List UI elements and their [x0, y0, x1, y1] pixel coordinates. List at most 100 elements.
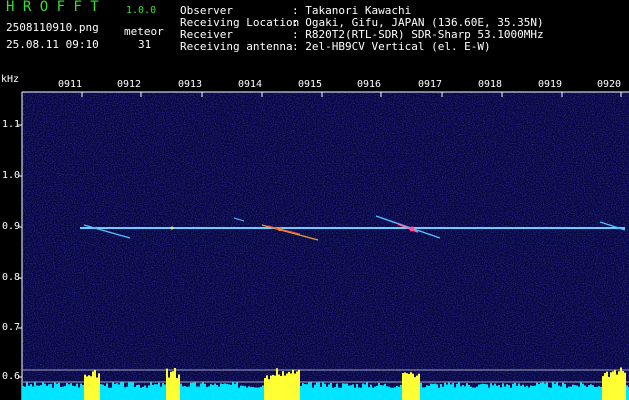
spectrogram-noise: [22, 92, 629, 400]
power-bar: [86, 376, 88, 400]
x-tick-label: 0915: [298, 79, 323, 90]
power-bar: [116, 383, 118, 400]
x-tick-label: 0920: [597, 79, 622, 90]
power-bar: [506, 384, 508, 400]
power-bar: [418, 373, 420, 400]
power-bar: [596, 386, 598, 400]
power-bar: [558, 385, 560, 400]
power-bar: [314, 384, 316, 400]
power-bar: [566, 387, 568, 400]
power-bar: [556, 382, 558, 400]
power-bar: [294, 373, 296, 400]
power-bar: [316, 382, 318, 400]
power-bar: [514, 382, 516, 400]
power-bar: [160, 386, 162, 400]
power-bar: [502, 383, 504, 400]
power-bar: [434, 383, 436, 400]
power-bar: [202, 382, 204, 400]
power-bar: [124, 387, 126, 400]
power-bar: [230, 384, 232, 400]
power-bar: [476, 386, 478, 400]
power-bar: [564, 383, 566, 400]
power-bar: [228, 384, 230, 400]
power-bar: [432, 383, 434, 400]
power-bar: [354, 387, 356, 400]
power-bar: [534, 385, 536, 400]
power-bar: [110, 387, 112, 400]
power-bar: [526, 385, 528, 400]
power-bar: [80, 383, 82, 400]
power-bar: [258, 387, 260, 400]
power-bar: [370, 384, 372, 400]
power-bar: [394, 387, 396, 400]
power-bar: [600, 386, 602, 400]
power-bar: [446, 384, 448, 400]
power-bar: [468, 384, 470, 400]
power-bar: [276, 368, 278, 400]
power-bar: [340, 387, 342, 400]
power-bar: [170, 371, 172, 400]
power-bar: [156, 384, 158, 400]
power-bar: [158, 382, 160, 400]
power-bar: [416, 375, 418, 400]
power-bar: [222, 383, 224, 400]
power-bar: [220, 383, 222, 400]
power-bar: [612, 371, 614, 400]
power-bar: [232, 382, 234, 400]
power-bar: [450, 384, 452, 400]
power-bar: [440, 384, 442, 400]
power-bar: [490, 383, 492, 400]
power-bar: [280, 375, 282, 400]
power-bar: [58, 382, 60, 400]
power-bar: [38, 385, 40, 400]
power-bar: [504, 386, 506, 400]
power-bar: [620, 367, 622, 400]
power-bar: [364, 384, 366, 400]
power-bar: [234, 383, 236, 400]
power-bar: [118, 384, 120, 400]
power-bar: [60, 387, 62, 400]
power-bar: [268, 379, 270, 400]
power-bar: [580, 382, 582, 400]
power-bar: [528, 387, 530, 400]
power-bar: [64, 386, 66, 400]
power-bar: [474, 387, 476, 400]
power-bar: [56, 383, 58, 400]
power-bar: [358, 387, 360, 400]
power-bar: [206, 387, 208, 400]
power-bar: [62, 386, 64, 400]
power-bar: [100, 384, 102, 400]
power-bar: [46, 385, 48, 400]
power-bar: [198, 386, 200, 400]
power-bar: [400, 384, 402, 400]
power-bar: [286, 373, 288, 400]
power-bar: [350, 385, 352, 400]
power-bar: [624, 372, 626, 400]
power-bar: [302, 383, 304, 400]
power-bar: [40, 385, 42, 400]
power-bar: [292, 369, 294, 400]
power-bar: [128, 382, 130, 400]
power-bar: [420, 382, 422, 400]
power-bar: [288, 371, 290, 400]
power-bar: [592, 385, 594, 400]
power-bar: [588, 385, 590, 400]
power-bar: [602, 376, 604, 400]
x-tick-label: 0914: [238, 79, 263, 90]
power-bar: [242, 385, 244, 400]
x-tick-label: 0913: [178, 79, 203, 90]
power-bar: [562, 382, 564, 400]
power-bar: [498, 385, 500, 400]
power-bar: [154, 384, 156, 400]
power-bar: [360, 387, 362, 400]
power-bar: [402, 373, 404, 400]
power-bar: [290, 373, 292, 400]
power-bar: [36, 385, 38, 400]
power-bar: [88, 375, 90, 400]
power-bar: [300, 386, 302, 400]
power-bar: [34, 382, 36, 400]
y-axis-tick-marks: [18, 124, 22, 378]
power-bar: [28, 385, 30, 400]
power-bar: [122, 382, 124, 400]
power-bar: [138, 384, 140, 400]
